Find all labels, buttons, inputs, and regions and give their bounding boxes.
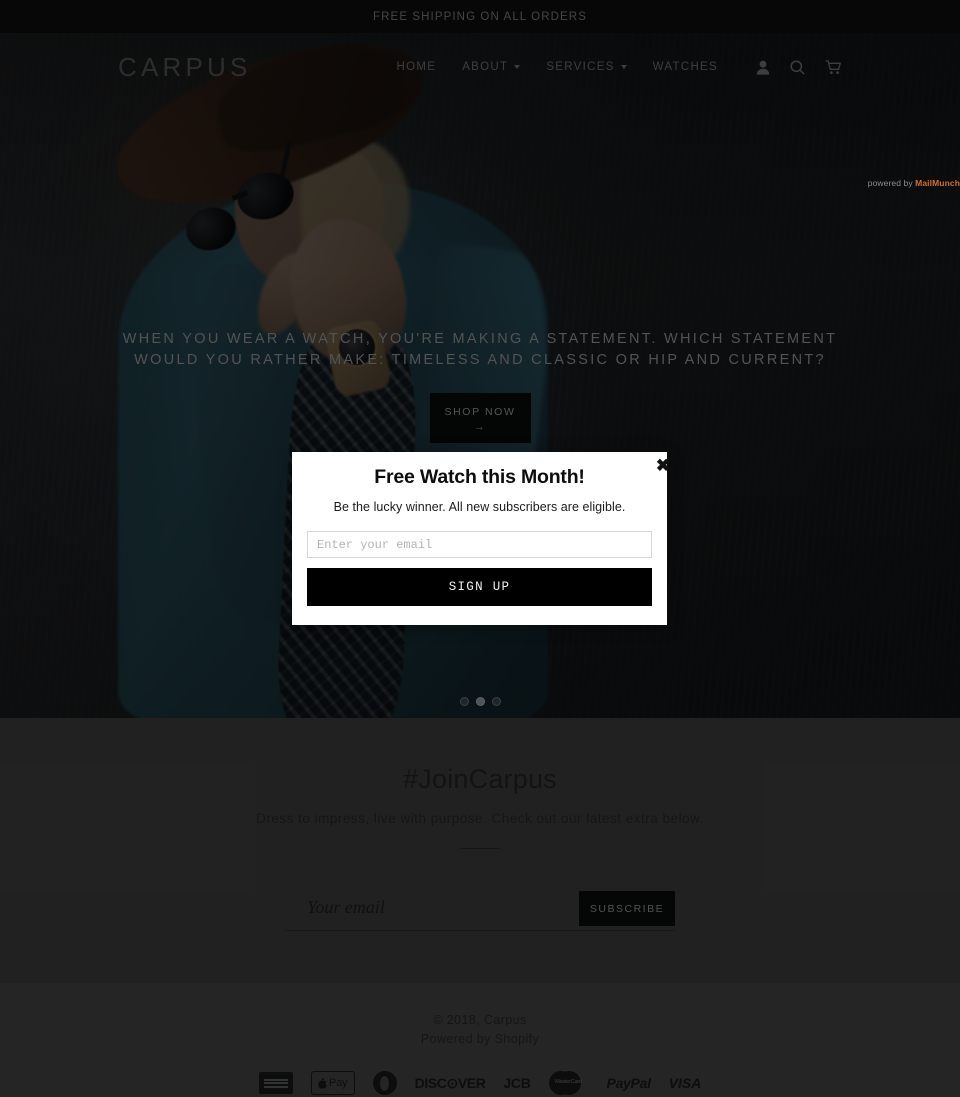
nav-item-home-label: HOME (396, 61, 437, 73)
nav-item-watches-label: WATCHES (652, 61, 718, 73)
shop-now-button[interactable]: SHOP NOW → (429, 393, 531, 443)
american-express-icon (258, 1072, 293, 1094)
nav-item-watches[interactable]: WATCHES (653, 61, 718, 73)
discover-icon: DISC⊙VER (414, 1074, 486, 1091)
hero-copy: WHEN YOU WEAR A WATCH, YOU'RE MAKING A S… (0, 329, 960, 443)
footer-powered-by[interactable]: Powered by Shopify (0, 1030, 960, 1049)
mailmunch-credit: powered by MailMunch (585, 178, 960, 188)
join-subtitle: Dress to impress, live with purpose. Che… (256, 811, 704, 826)
header-icon-group (756, 59, 842, 75)
newsletter-modal: ✖ Free Watch this Month! Be the lucky wi… (292, 452, 670, 625)
nav-item-about-label: ABOUT (462, 61, 509, 73)
join-title: #JoinCarpus (403, 764, 557, 794)
newsletter-modal-body: Free Watch this Month! Be the lucky winn… (292, 452, 667, 606)
newsletter-modal-subtitle: Be the lucky winner. All new subscribers… (333, 500, 626, 514)
subscribe-form: SUBSCRIBE (285, 891, 675, 931)
newsletter-modal-email-input[interactable] (307, 531, 652, 558)
close-icon[interactable]: ✖ (652, 454, 674, 476)
mastercard-icon: MasterCard (548, 1071, 589, 1095)
paypal-icon: PayPal (606, 1075, 651, 1091)
cart-icon[interactable] (825, 59, 842, 75)
subscribe-button[interactable]: SUBSCRIBE (579, 891, 675, 926)
hero-headline: WHEN YOU WEAR A WATCH, YOU'RE MAKING A S… (122, 331, 838, 368)
subscribe-email-input[interactable] (285, 891, 579, 930)
chevron-down-icon (514, 65, 521, 69)
nav-item-home[interactable]: HOME (396, 61, 436, 73)
slider-dot-3[interactable] (491, 697, 501, 706)
join-section: #JoinCarpus Dress to impress, live with … (0, 718, 960, 983)
chevron-down-icon (620, 65, 627, 69)
newsletter-modal-title: Free Watch this Month! (374, 466, 585, 488)
slider-dot-2[interactable] (475, 697, 485, 706)
footer-copyright: © 2018, Carpus (433, 1013, 527, 1027)
apple-pay-label: Pay (328, 1077, 348, 1089)
site-header: CARPUS HOME ABOUT SERVICES WATCHES (0, 33, 960, 101)
nav-item-services-label: SERVICES (546, 61, 615, 73)
slider-dot-1[interactable] (459, 697, 469, 706)
page-root: FREE SHIPPING ON ALL ORDERS CARPUS HOME … (0, 0, 960, 1097)
main-navigation: HOME ABOUT SERVICES WATCHES (396, 59, 842, 75)
announcement-text: FREE SHIPPING ON ALL ORDERS (373, 10, 587, 23)
diners-club-icon (372, 1071, 397, 1095)
apple-pay-icon: Pay (310, 1071, 355, 1095)
jcb-icon: JCB (503, 1075, 531, 1091)
slider-dots (0, 697, 960, 706)
site-logo[interactable]: CARPUS (118, 52, 252, 83)
nav-item-services[interactable]: SERVICES (546, 61, 627, 73)
site-footer: © 2018, Carpus Powered by Shopify Pay DI… (0, 983, 960, 1097)
newsletter-modal-signup-button[interactable]: SIGN UP (307, 568, 652, 606)
announcement-bar: FREE SHIPPING ON ALL ORDERS (0, 0, 960, 33)
account-icon[interactable] (756, 60, 770, 75)
visa-icon: VISA (668, 1075, 702, 1091)
search-icon[interactable] (790, 59, 805, 75)
divider (460, 848, 500, 849)
nav-item-about[interactable]: ABOUT (462, 61, 521, 73)
payment-icons: Pay DISC⊙VER JCB MasterCard PayPal VISA (0, 1071, 960, 1095)
shop-now-label: SHOP NOW (444, 406, 516, 418)
mailmunch-credit-prefix: powered by (867, 178, 916, 188)
mastercard-label: MasterCard (555, 1079, 582, 1085)
mailmunch-brand: MailMunch (915, 178, 960, 188)
arrow-right-icon: → (473, 421, 487, 433)
